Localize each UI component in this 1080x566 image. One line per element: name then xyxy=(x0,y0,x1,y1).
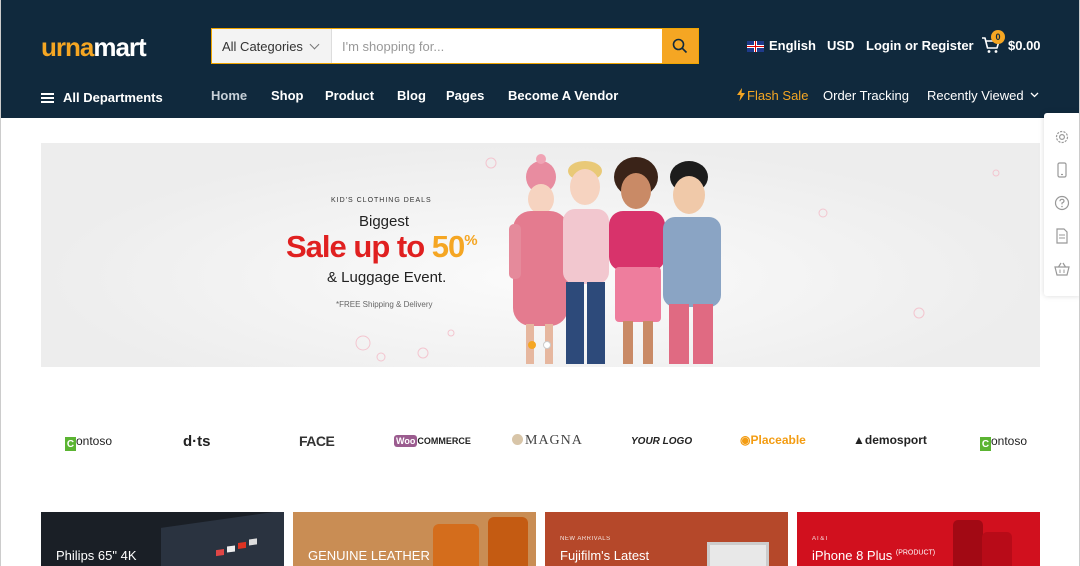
promo-tile-kicker: AT&T xyxy=(812,536,829,542)
recently-viewed-menu[interactable]: Recently Viewed xyxy=(927,88,1024,103)
leather-case-image-2 xyxy=(488,517,528,566)
all-departments-label: All Departments xyxy=(63,90,163,105)
hero-sale-symbol: % xyxy=(464,232,477,249)
side-toolbar xyxy=(1044,113,1079,296)
hero-sale-headline: Sale up to 50% xyxy=(286,229,478,265)
hero-note: *FREE Shipping & Delivery xyxy=(336,300,433,309)
promo-tile-title: GENUINE LEATHER xyxy=(308,548,430,563)
promo-tile-title: iPhone 8 Plus (PRODUCT) xyxy=(812,548,935,563)
nav-item-become-vendor[interactable]: Become A Vendor xyxy=(508,88,618,103)
basket-icon[interactable] xyxy=(1054,261,1070,277)
hero-kicker: KID'S CLOTHING DEALS xyxy=(331,197,432,204)
chevron-down-icon xyxy=(309,39,320,49)
brand-your-logo[interactable]: YOUR LOGO xyxy=(631,436,692,447)
iphone-image xyxy=(953,520,983,566)
cart-total[interactable]: $0.00 xyxy=(1008,38,1041,53)
mobile-icon[interactable] xyxy=(1054,162,1070,178)
contoso-bag-icon: C xyxy=(980,437,991,451)
brand-demosport-label: demosport xyxy=(864,433,927,447)
chevron-down-icon xyxy=(1030,92,1039,98)
site-header: urnamart All Categories English USD Logi… xyxy=(1,0,1079,118)
promo-tile-title: Philips 65" 4K xyxy=(56,548,137,563)
carousel-dot-1[interactable] xyxy=(528,341,536,349)
camera-image xyxy=(707,542,769,566)
promo-tile-kicker: NEW ARRIVALS xyxy=(560,536,611,542)
promo-tile-suffix: (PRODUCT) xyxy=(895,549,936,557)
nav-item-blog[interactable]: Blog xyxy=(397,88,426,103)
hero-sale-prefix: Sale up to xyxy=(286,229,432,264)
order-tracking-link[interactable]: Order Tracking xyxy=(823,88,909,103)
brand-woocommerce[interactable]: Woo COMMERCE xyxy=(394,435,471,447)
brand-placeable[interactable]: ◉Placeable xyxy=(740,433,806,447)
hero-banner[interactable]: KID'S CLOTHING DEALS Biggest Sale up to … xyxy=(41,143,1040,367)
tv-image xyxy=(161,512,284,566)
woo-badge-icon: Woo xyxy=(394,435,418,447)
brand-woocommerce-label: COMMERCE xyxy=(417,436,471,446)
demosport-triangle-icon: ▲ xyxy=(853,433,865,447)
hero-sale-number: 50 xyxy=(431,229,465,264)
nav-item-shop[interactable]: Shop xyxy=(271,88,304,103)
brand-demosport[interactable]: ▲demosport xyxy=(853,433,927,447)
brand-contoso-2-label: ontoso xyxy=(991,434,1028,448)
document-icon[interactable] xyxy=(1054,228,1070,244)
currency-select[interactable]: USD xyxy=(827,38,854,53)
menu-icon xyxy=(41,92,54,103)
promo-tile-philips[interactable]: Philips 65" 4K xyxy=(41,512,284,566)
language-select[interactable]: English xyxy=(769,38,816,53)
hero-line-3: & Luggage Event. xyxy=(327,269,447,286)
nav-item-pages[interactable]: Pages xyxy=(446,88,484,103)
brand-magna[interactable]: MAGNA xyxy=(512,433,583,449)
search-icon xyxy=(672,38,688,54)
category-select[interactable]: All Categories xyxy=(212,29,332,63)
help-icon[interactable] xyxy=(1054,195,1070,211)
placeable-pin-icon: ◉ xyxy=(740,433,751,447)
lightning-icon xyxy=(737,88,745,101)
flash-sale-link[interactable]: Flash Sale xyxy=(747,88,808,103)
cart-count-badge: 0 xyxy=(991,30,1005,44)
category-select-value: All Categories xyxy=(222,38,303,54)
kids-photo xyxy=(509,154,721,364)
search-bar: All Categories xyxy=(211,28,699,64)
login-register-link[interactable]: Login or Register xyxy=(866,38,974,53)
brand-contoso-1[interactable]: Contoso xyxy=(65,433,112,451)
brand-dts[interactable]: d·ts xyxy=(183,433,211,450)
logo-part-1: urna xyxy=(41,32,94,62)
search-input[interactable] xyxy=(332,29,662,63)
nav-item-home[interactable]: Home xyxy=(211,88,247,103)
search-button[interactable] xyxy=(662,29,698,63)
hero-line-1: Biggest xyxy=(359,213,410,230)
carousel-dots xyxy=(528,341,551,349)
promo-tile-leather[interactable]: GENUINE LEATHER xyxy=(293,512,536,566)
iphone-image-2 xyxy=(982,532,1012,566)
magna-circle-icon xyxy=(512,434,523,445)
uk-flag-icon xyxy=(747,41,764,52)
promo-tile-fujifilm[interactable]: NEW ARRIVALS Fujifilm's Latest xyxy=(545,512,788,566)
brand-magna-label: MAGNA xyxy=(525,433,583,448)
nav-item-product[interactable]: Product xyxy=(325,88,374,103)
brand-face[interactable]: FACE xyxy=(299,433,335,449)
gear-icon[interactable] xyxy=(1054,129,1070,145)
brand-contoso-2[interactable]: Contoso xyxy=(980,433,1027,451)
carousel-dot-2[interactable] xyxy=(543,341,551,349)
all-departments-button[interactable]: All Departments xyxy=(41,90,163,105)
promo-tile-title: Fujifilm's Latest xyxy=(560,548,650,563)
browser-page: urnamart All Categories English USD Logi… xyxy=(0,0,1080,566)
brand-placeable-label: Placeable xyxy=(750,433,806,447)
brand-contoso-1-label: ontoso xyxy=(76,434,113,448)
contoso-bag-icon: C xyxy=(65,437,76,451)
site-logo[interactable]: urnamart xyxy=(41,32,147,63)
promo-tile-iphone[interactable]: AT&T iPhone 8 Plus (PRODUCT) xyxy=(797,512,1040,566)
logo-part-2: mart xyxy=(93,32,146,62)
leather-case-image xyxy=(433,524,479,566)
promo-tile-title-text: iPhone 8 Plus xyxy=(812,548,893,563)
